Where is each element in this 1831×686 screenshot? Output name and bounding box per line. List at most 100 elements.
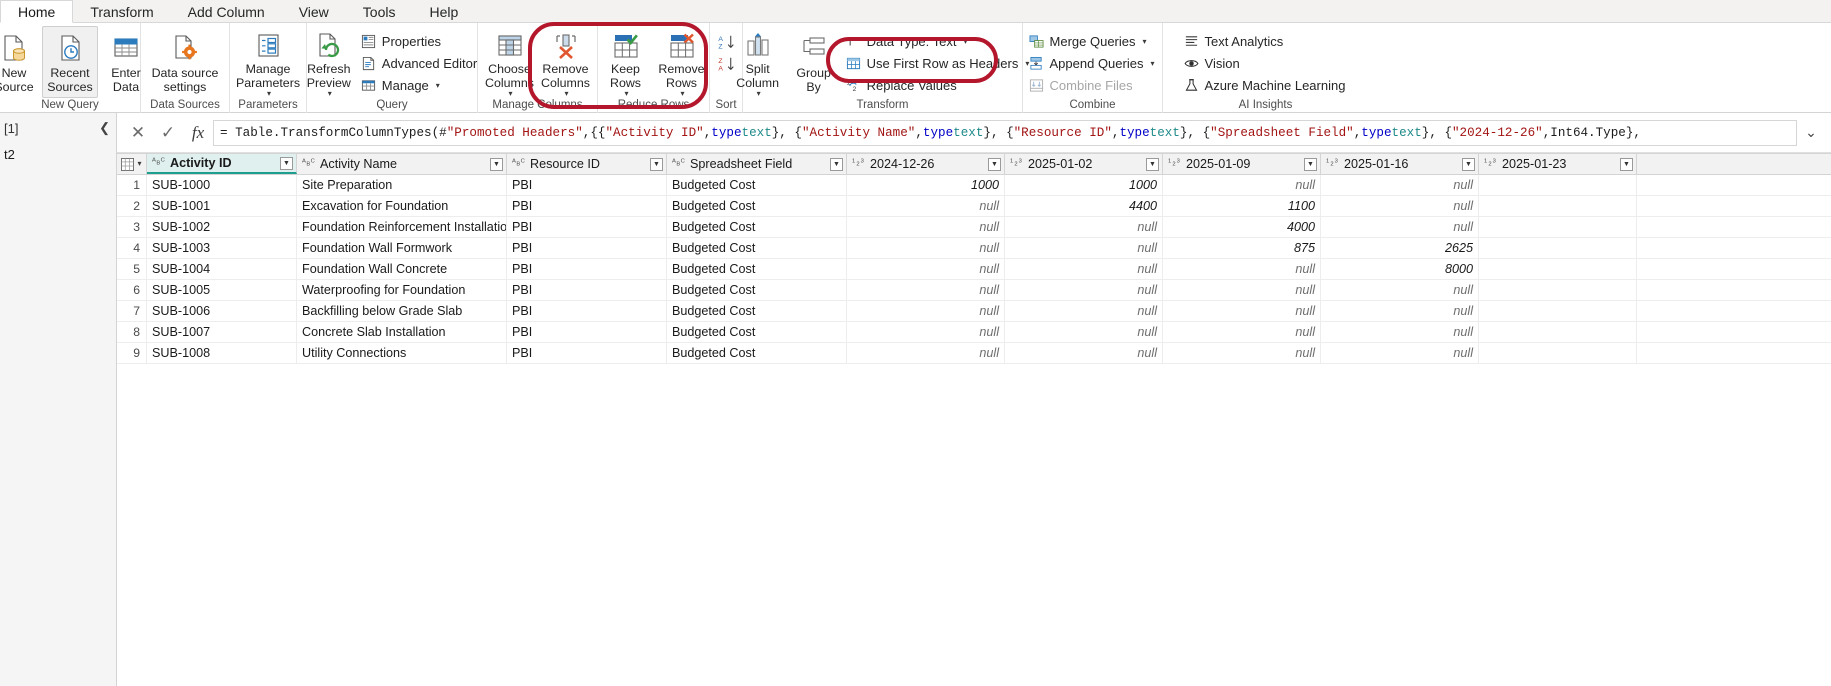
table-cell[interactable]: SUB-1004: [147, 259, 297, 279]
table-cell[interactable]: 4400: [1005, 196, 1163, 216]
table-cell[interactable]: SUB-1008: [147, 343, 297, 363]
choose-columns-button[interactable]: Choose Columns ▾: [482, 26, 538, 98]
table-cell[interactable]: Foundation Wall Formwork: [297, 238, 507, 258]
column-filter-button[interactable]: ▼: [650, 157, 663, 171]
manage-button[interactable]: Manage ▾: [357, 75, 483, 96]
table-row[interactable]: 2 SUB-1001 Excavation for Foundation PBI Bud…: [117, 196, 1831, 217]
table-cell[interactable]: [1479, 301, 1637, 321]
table-cell[interactable]: null: [1321, 217, 1479, 237]
recent-sources-button[interactable]: Recent Sources: [42, 26, 98, 98]
column-header-spreadsheet-field[interactable]: A B C Spreadsheet Field ▼: [667, 154, 847, 174]
table-cell[interactable]: SUB-1002: [147, 217, 297, 237]
merge-queries-caret-icon[interactable]: ▾: [1143, 37, 1147, 46]
azure-machine-learning-button[interactable]: Azure Machine Learning: [1180, 75, 1352, 96]
table-cell[interactable]: Budgeted Cost: [667, 175, 847, 195]
column-filter-button[interactable]: ▼: [830, 157, 843, 171]
table-cell[interactable]: null: [1005, 343, 1163, 363]
table-cell[interactable]: Budgeted Cost: [667, 196, 847, 216]
table-cell[interactable]: PBI: [507, 301, 667, 321]
data-type-caret-icon[interactable]: ▾: [964, 37, 968, 46]
tab-help[interactable]: Help: [412, 0, 475, 23]
table-cell[interactable]: 875: [1163, 238, 1321, 258]
table-cell[interactable]: PBI: [507, 217, 667, 237]
table-row[interactable]: 8 SUB-1007 Concrete Slab Installation PBI Bu…: [117, 322, 1831, 343]
formula-input[interactable]: = Table.TransformColumnTypes(# "Promoted …: [213, 119, 1797, 146]
row-number[interactable]: 2: [117, 196, 147, 216]
table-row[interactable]: 7 SUB-1006 Backfilling below Grade Slab PBI…: [117, 301, 1831, 322]
table-cell[interactable]: null: [847, 280, 1005, 300]
column-filter-button[interactable]: ▼: [280, 156, 293, 170]
table-cell[interactable]: SUB-1007: [147, 322, 297, 342]
row-number[interactable]: 4: [117, 238, 147, 258]
table-cell[interactable]: PBI: [507, 196, 667, 216]
row-number[interactable]: 8: [117, 322, 147, 342]
table-row[interactable]: 3 SUB-1002 Foundation Reinforcement Instal…: [117, 217, 1831, 238]
table-row[interactable]: 9 SUB-1008 Utility Connections PBI Budgeted …: [117, 343, 1831, 364]
table-row[interactable]: 4 SUB-1003 Foundation Wall Formwork PBI Budg…: [117, 238, 1831, 259]
formula-expand-chevron-icon[interactable]: ⌄: [1797, 120, 1825, 146]
column-header-activity-name[interactable]: A B C Activity Name ▼: [297, 154, 507, 174]
collapse-pane-icon[interactable]: ❮: [99, 120, 110, 136]
append-queries-caret-icon[interactable]: ▾: [1150, 59, 1154, 68]
table-cell[interactable]: null: [1321, 196, 1479, 216]
column-header-2025-01-16[interactable]: 1 2 3 2025-01-16 ▼: [1321, 154, 1479, 174]
table-cell[interactable]: [1479, 196, 1637, 216]
table-cell[interactable]: [1479, 322, 1637, 342]
table-cell[interactable]: Waterproofing for Foundation: [297, 280, 507, 300]
use-first-row-as-headers-button[interactable]: Use First Row as Headers ▾: [842, 53, 1036, 74]
keep-rows-button[interactable]: Keep Rows ▾: [598, 26, 654, 98]
table-cell[interactable]: null: [1005, 280, 1163, 300]
table-cell[interactable]: Utility Connections: [297, 343, 507, 363]
table-cell[interactable]: Budgeted Cost: [667, 259, 847, 279]
table-cell[interactable]: SUB-1006: [147, 301, 297, 321]
table-cell[interactable]: null: [1163, 343, 1321, 363]
column-filter-button[interactable]: ▼: [1146, 157, 1159, 171]
table-cell[interactable]: Budgeted Cost: [667, 238, 847, 258]
formula-confirm-icon[interactable]: ✓: [153, 120, 183, 146]
column-header-activity-id[interactable]: A B C Activity ID ▼: [147, 154, 297, 174]
append-queries-button[interactable]: Append Queries ▾: [1025, 53, 1161, 74]
query-list-item-t2[interactable]: t2: [0, 143, 116, 165]
new-source-button[interactable]: New Source: [0, 26, 42, 98]
data-source-settings-button[interactable]: Data source settings: [143, 26, 227, 98]
table-cell[interactable]: null: [847, 301, 1005, 321]
properties-button[interactable]: Properties: [357, 31, 483, 52]
table-cell[interactable]: Budgeted Cost: [667, 301, 847, 321]
remove-columns-button[interactable]: Remove Columns ▾: [538, 26, 594, 98]
table-cell[interactable]: null: [1163, 301, 1321, 321]
manage-caret-icon[interactable]: ▾: [436, 81, 440, 90]
column-filter-button[interactable]: ▼: [988, 157, 1001, 171]
table-cell[interactable]: null: [1163, 322, 1321, 342]
split-column-button[interactable]: Split Column ▾: [730, 26, 786, 98]
table-row[interactable]: 1 SUB-1000 Site Preparation PBI Budgeted Cos…: [117, 175, 1831, 196]
table-cell[interactable]: 2625: [1321, 238, 1479, 258]
column-filter-button[interactable]: ▼: [1620, 157, 1633, 171]
replace-values-button[interactable]: 1 2 Replace Values: [842, 75, 1036, 96]
table-cell[interactable]: null: [1163, 259, 1321, 279]
table-cell[interactable]: null: [1005, 217, 1163, 237]
split-column-caret-icon[interactable]: ▾: [757, 90, 761, 98]
table-cell[interactable]: Excavation for Foundation: [297, 196, 507, 216]
table-cell[interactable]: [1479, 238, 1637, 258]
tab-add-column[interactable]: Add Column: [171, 0, 282, 23]
remove-columns-caret-icon[interactable]: ▾: [564, 90, 568, 98]
tab-view[interactable]: View: [282, 0, 346, 23]
table-cell[interactable]: null: [1163, 280, 1321, 300]
table-cell[interactable]: [1479, 259, 1637, 279]
select-all-columns-button[interactable]: ▾: [117, 154, 147, 174]
table-cell[interactable]: PBI: [507, 175, 667, 195]
table-cell[interactable]: SUB-1001: [147, 196, 297, 216]
row-number[interactable]: 9: [117, 343, 147, 363]
data-type-button[interactable]: T Data Type: Text ▾: [842, 31, 1036, 52]
table-cell[interactable]: 1000: [847, 175, 1005, 195]
refresh-preview-button[interactable]: Refresh Preview ▾: [301, 26, 357, 98]
table-cell[interactable]: PBI: [507, 280, 667, 300]
tab-home[interactable]: Home: [0, 0, 74, 23]
table-cell[interactable]: null: [847, 259, 1005, 279]
table-cell[interactable]: SUB-1003: [147, 238, 297, 258]
table-cell[interactable]: null: [847, 322, 1005, 342]
table-cell[interactable]: 4000: [1163, 217, 1321, 237]
table-cell[interactable]: Backfilling below Grade Slab: [297, 301, 507, 321]
table-cell[interactable]: [1479, 280, 1637, 300]
table-cell[interactable]: Budgeted Cost: [667, 322, 847, 342]
